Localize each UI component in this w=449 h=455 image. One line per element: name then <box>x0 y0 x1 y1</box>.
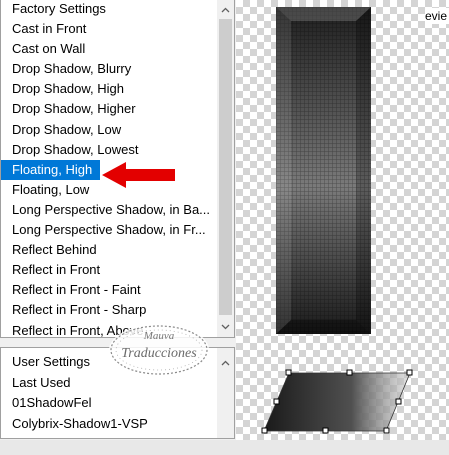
shadow-preview[interactable] <box>258 368 418 434</box>
preset-item-long-perspective-front[interactable]: Long Perspective Shadow, in Fr... <box>1 220 217 240</box>
preset-item-reflect-in-front-faint[interactable]: Reflect in Front - Faint <box>1 280 217 300</box>
preview-object <box>276 7 371 334</box>
scroll-up-arrow-icon[interactable] <box>217 1 234 18</box>
preview-area: evie <box>236 0 449 440</box>
scroll-down-arrow-icon[interactable] <box>217 318 234 335</box>
preset-item-reflect-in-front[interactable]: Reflect in Front <box>1 260 217 280</box>
user-list-scrollbar[interactable] <box>217 348 234 438</box>
preset-item-reflect-behind[interactable]: Reflect Behind <box>1 240 217 260</box>
watermark-stamp: Mauva Traducciones <box>107 322 211 378</box>
user-item-colybrix-shadow1-vsp[interactable]: Colybrix-Shadow1-VSP <box>1 414 217 435</box>
preset-item-drop-shadow-higher[interactable]: Drop Shadow, Higher <box>1 99 217 119</box>
red-arrow-icon <box>102 162 175 188</box>
preset-item-reflect-in-front-sharp[interactable]: Reflect in Front - Sharp <box>1 300 217 320</box>
preset-item-cast-on-wall[interactable]: Cast on Wall <box>1 39 217 59</box>
preset-item-long-perspective-back[interactable]: Long Perspective Shadow, in Ba... <box>1 200 217 220</box>
preset-list-scroll-thumb[interactable] <box>219 19 232 315</box>
watermark-line1: Mauva <box>143 330 175 342</box>
preset-item-cast-in-front[interactable]: Cast in Front <box>1 19 217 39</box>
watermark-line2: Traducciones <box>121 346 197 361</box>
preset-item-drop-shadow-blurry[interactable]: Drop Shadow, Blurry <box>1 59 217 79</box>
preview-label: evie <box>425 8 449 24</box>
user-item-01shadowfel[interactable]: 01ShadowFel <box>1 393 217 414</box>
preset-item-drop-shadow-low[interactable]: Drop Shadow, Low <box>1 120 217 140</box>
preset-item-drop-shadow-lowest[interactable]: Drop Shadow, Lowest <box>1 140 217 160</box>
preset-item-factory-settings[interactable]: Factory Settings <box>1 0 217 19</box>
preset-item-drop-shadow-high[interactable]: Drop Shadow, High <box>1 79 217 99</box>
preset-item-floating-high-selected[interactable]: Floating, High <box>1 159 100 180</box>
bottom-strip <box>0 440 449 455</box>
preset-list-scrollbar[interactable] <box>217 0 234 337</box>
scroll-up-arrow-icon[interactable] <box>217 354 234 371</box>
